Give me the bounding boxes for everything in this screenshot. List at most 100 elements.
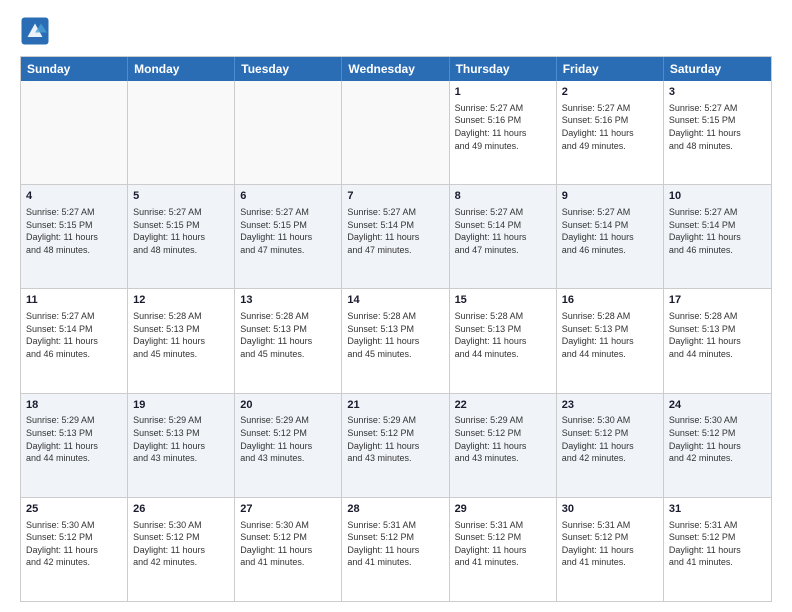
day-number: 31 — [669, 502, 766, 517]
day-info: Sunrise: 5:29 AM Sunset: 5:12 PM Dayligh… — [455, 414, 551, 464]
day-number: 15 — [455, 293, 551, 308]
calendar-cell — [21, 81, 128, 184]
calendar-cell: 7 Sunrise: 5:27 AM Sunset: 5:14 PM Daylig… — [342, 185, 449, 288]
calendar-cell: 15 Sunrise: 5:28 AM Sunset: 5:13 PM Dayli… — [450, 289, 557, 392]
calendar-cell: 13Sunrise: 5:28 AM Sunset: 5:13 PM Dayli… — [235, 289, 342, 392]
calendar-cell: 3Sunrise: 5:27 AM Sunset: 5:15 PM Daylig… — [664, 81, 771, 184]
day-info: Sunrise: 5:30 AM Sunset: 5:12 PM Dayligh… — [133, 519, 229, 569]
day-number: 23 — [562, 398, 658, 413]
day-info: Sunrise: 5:30 AM Sunset: 5:12 PM Dayligh… — [240, 519, 336, 569]
day-number: 10 — [669, 189, 766, 204]
day-info: Sunrise: 5:27 AM Sunset: 5:16 PM Dayligh… — [562, 102, 658, 152]
day-info: Sunrise: 5:27 AM Sunset: 5:14 PM Dayligh… — [347, 206, 443, 256]
calendar-row-3: 11 Sunrise: 5:27 AM Sunset: 5:14 PM Dayli… — [21, 288, 771, 392]
day-number: 19 — [133, 398, 229, 413]
calendar-cell: 2 Sunrise: 5:27 AM Sunset: 5:16 PM Daylig… — [557, 81, 664, 184]
day-info: Sunrise: 5:28 AM Sunset: 5:13 PM Dayligh… — [133, 310, 229, 360]
calendar-cell: 30 Sunrise: 5:31 AM Sunset: 5:12 PM Dayli… — [557, 498, 664, 601]
header — [20, 16, 772, 46]
calendar-cell: 28 Sunrise: 5:31 AM Sunset: 5:12 PM Dayli… — [342, 498, 449, 601]
calendar-cell: 19Sunrise: 5:29 AM Sunset: 5:13 PM Dayli… — [128, 394, 235, 497]
calendar-cell: 23Sunrise: 5:30 AM Sunset: 5:12 PM Dayli… — [557, 394, 664, 497]
calendar-cell: 8 Sunrise: 5:27 AM Sunset: 5:14 PM Daylig… — [450, 185, 557, 288]
day-info: Sunrise: 5:28 AM Sunset: 5:13 PM Dayligh… — [455, 310, 551, 360]
weekday-header-sunday: Sunday — [21, 57, 128, 81]
weekday-header-thursday: Thursday — [450, 57, 557, 81]
day-number: 13 — [240, 293, 336, 308]
day-info: Sunrise: 5:31 AM Sunset: 5:12 PM Dayligh… — [669, 519, 766, 569]
day-info: Sunrise: 5:27 AM Sunset: 5:14 PM Dayligh… — [26, 310, 122, 360]
day-number: 7 — [347, 189, 443, 204]
day-info: Sunrise: 5:29 AM Sunset: 5:13 PM Dayligh… — [26, 414, 122, 464]
day-number: 12 — [133, 293, 229, 308]
day-number: 11 — [26, 293, 122, 308]
weekday-header-monday: Monday — [128, 57, 235, 81]
calendar-cell — [128, 81, 235, 184]
day-number: 9 — [562, 189, 658, 204]
day-info: Sunrise: 5:28 AM Sunset: 5:13 PM Dayligh… — [347, 310, 443, 360]
day-number: 24 — [669, 398, 766, 413]
day-info: Sunrise: 5:30 AM Sunset: 5:12 PM Dayligh… — [26, 519, 122, 569]
day-number: 18 — [26, 398, 122, 413]
day-number: 29 — [455, 502, 551, 517]
day-number: 4 — [26, 189, 122, 204]
calendar-cell: 6Sunrise: 5:27 AM Sunset: 5:15 PM Daylig… — [235, 185, 342, 288]
day-info: Sunrise: 5:27 AM Sunset: 5:14 PM Dayligh… — [669, 206, 766, 256]
calendar-row-1: 1 Sunrise: 5:27 AM Sunset: 5:16 PM Daylig… — [21, 81, 771, 184]
calendar-cell: 10 Sunrise: 5:27 AM Sunset: 5:14 PM Dayli… — [664, 185, 771, 288]
calendar-header: SundayMondayTuesdayWednesdayThursdayFrid… — [21, 57, 771, 81]
day-info: Sunrise: 5:27 AM Sunset: 5:15 PM Dayligh… — [669, 102, 766, 152]
calendar-cell: 16Sunrise: 5:28 AM Sunset: 5:13 PM Dayli… — [557, 289, 664, 392]
day-number: 25 — [26, 502, 122, 517]
day-info: Sunrise: 5:29 AM Sunset: 5:12 PM Dayligh… — [240, 414, 336, 464]
calendar-cell: 24Sunrise: 5:30 AM Sunset: 5:12 PM Dayli… — [664, 394, 771, 497]
day-number: 22 — [455, 398, 551, 413]
calendar-cell: 4 Sunrise: 5:27 AM Sunset: 5:15 PM Daylig… — [21, 185, 128, 288]
day-number: 14 — [347, 293, 443, 308]
day-info: Sunrise: 5:30 AM Sunset: 5:12 PM Dayligh… — [562, 414, 658, 464]
day-number: 21 — [347, 398, 443, 413]
calendar-cell: 9 Sunrise: 5:27 AM Sunset: 5:14 PM Daylig… — [557, 185, 664, 288]
day-number: 27 — [240, 502, 336, 517]
calendar-cell: 5 Sunrise: 5:27 AM Sunset: 5:15 PM Daylig… — [128, 185, 235, 288]
logo — [20, 16, 54, 46]
weekday-header-saturday: Saturday — [664, 57, 771, 81]
day-info: Sunrise: 5:31 AM Sunset: 5:12 PM Dayligh… — [455, 519, 551, 569]
day-info: Sunrise: 5:31 AM Sunset: 5:12 PM Dayligh… — [562, 519, 658, 569]
day-number: 6 — [240, 189, 336, 204]
day-number: 16 — [562, 293, 658, 308]
day-info: Sunrise: 5:31 AM Sunset: 5:12 PM Dayligh… — [347, 519, 443, 569]
calendar-cell: 31 Sunrise: 5:31 AM Sunset: 5:12 PM Dayli… — [664, 498, 771, 601]
calendar-row-2: 4 Sunrise: 5:27 AM Sunset: 5:15 PM Daylig… — [21, 184, 771, 288]
day-info: Sunrise: 5:29 AM Sunset: 5:13 PM Dayligh… — [133, 414, 229, 464]
day-number: 17 — [669, 293, 766, 308]
day-number: 8 — [455, 189, 551, 204]
calendar-cell: 14 Sunrise: 5:28 AM Sunset: 5:13 PM Dayli… — [342, 289, 449, 392]
calendar-row-5: 25 Sunrise: 5:30 AM Sunset: 5:12 PM Dayli… — [21, 497, 771, 601]
calendar-cell: 29 Sunrise: 5:31 AM Sunset: 5:12 PM Dayli… — [450, 498, 557, 601]
day-number: 30 — [562, 502, 658, 517]
calendar-cell: 11 Sunrise: 5:27 AM Sunset: 5:14 PM Dayli… — [21, 289, 128, 392]
day-number: 26 — [133, 502, 229, 517]
day-number: 1 — [455, 85, 551, 100]
calendar-cell: 17 Sunrise: 5:28 AM Sunset: 5:13 PM Dayli… — [664, 289, 771, 392]
day-number: 28 — [347, 502, 443, 517]
calendar-cell: 22Sunrise: 5:29 AM Sunset: 5:12 PM Dayli… — [450, 394, 557, 497]
day-info: Sunrise: 5:27 AM Sunset: 5:15 PM Dayligh… — [26, 206, 122, 256]
day-number: 20 — [240, 398, 336, 413]
day-info: Sunrise: 5:27 AM Sunset: 5:14 PM Dayligh… — [455, 206, 551, 256]
day-number: 2 — [562, 85, 658, 100]
calendar-cell: 12 Sunrise: 5:28 AM Sunset: 5:13 PM Dayli… — [128, 289, 235, 392]
page: SundayMondayTuesdayWednesdayThursdayFrid… — [0, 0, 792, 612]
day-number: 5 — [133, 189, 229, 204]
day-info: Sunrise: 5:28 AM Sunset: 5:13 PM Dayligh… — [669, 310, 766, 360]
day-info: Sunrise: 5:27 AM Sunset: 5:15 PM Dayligh… — [133, 206, 229, 256]
calendar-cell: 25 Sunrise: 5:30 AM Sunset: 5:12 PM Dayli… — [21, 498, 128, 601]
weekday-header-wednesday: Wednesday — [342, 57, 449, 81]
day-info: Sunrise: 5:30 AM Sunset: 5:12 PM Dayligh… — [669, 414, 766, 464]
weekday-header-tuesday: Tuesday — [235, 57, 342, 81]
calendar-cell: 27 Sunrise: 5:30 AM Sunset: 5:12 PM Dayli… — [235, 498, 342, 601]
calendar-row-4: 18Sunrise: 5:29 AM Sunset: 5:13 PM Dayli… — [21, 393, 771, 497]
day-info: Sunrise: 5:27 AM Sunset: 5:14 PM Dayligh… — [562, 206, 658, 256]
weekday-header-friday: Friday — [557, 57, 664, 81]
